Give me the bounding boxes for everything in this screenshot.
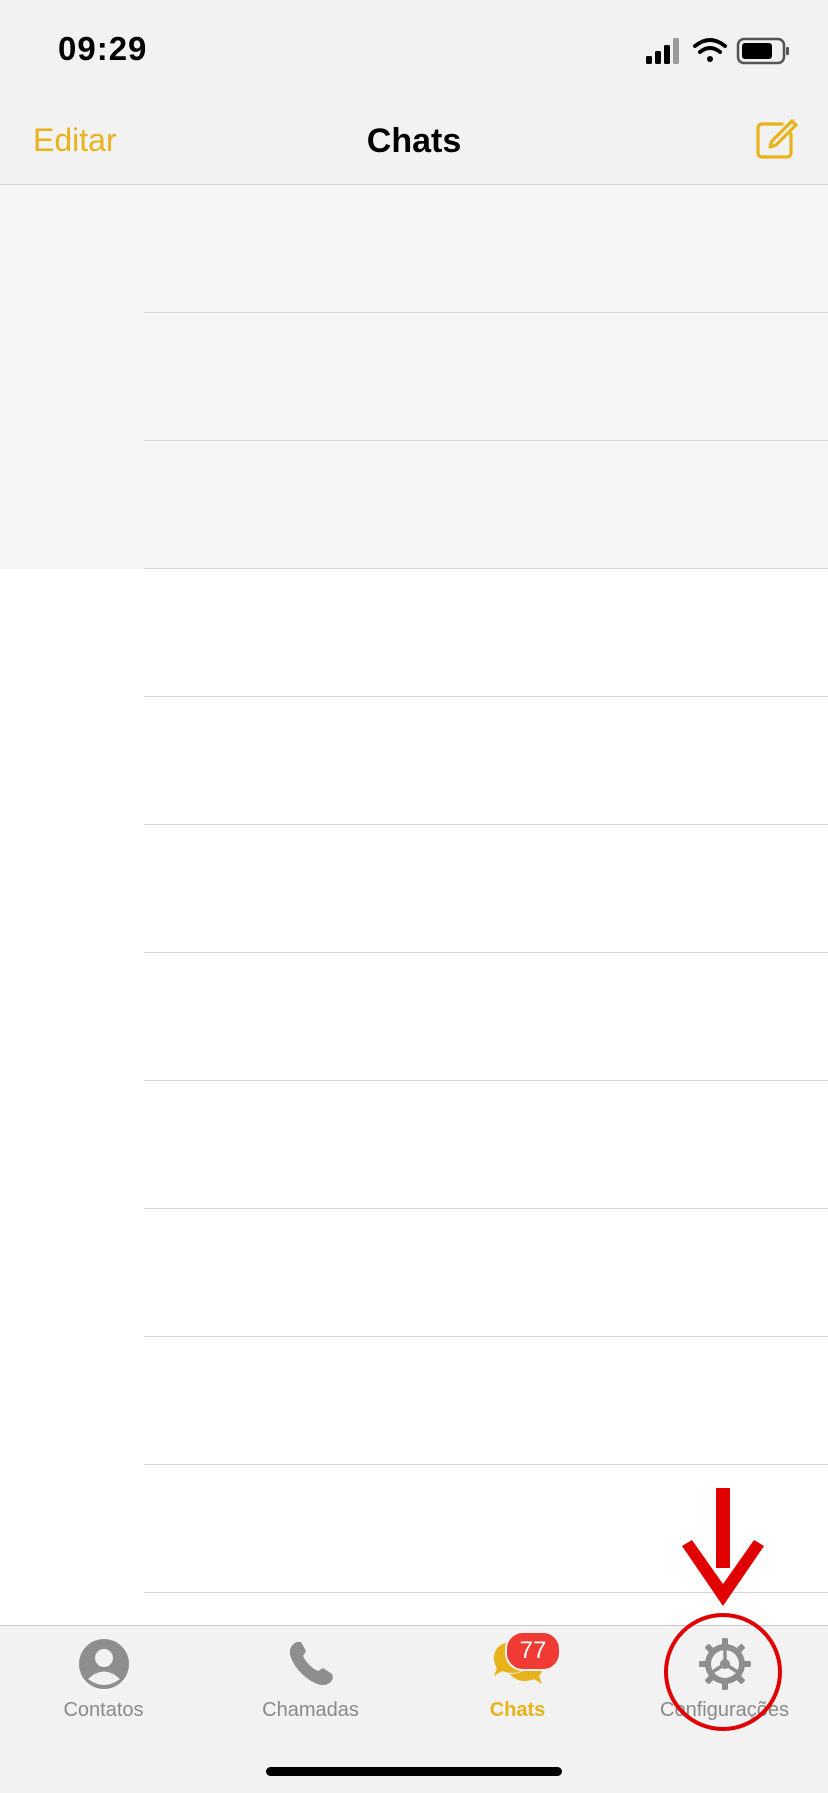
annotation-arrow bbox=[682, 1488, 764, 1606]
list-item[interactable] bbox=[0, 953, 828, 1081]
tab-chamadas[interactable]: Chamadas bbox=[207, 1626, 414, 1736]
list-item[interactable] bbox=[0, 313, 828, 441]
tab-label: Chamadas bbox=[262, 1699, 359, 1721]
status-time: 09:29 bbox=[58, 30, 148, 67]
page-title: Chats bbox=[366, 122, 462, 160]
status-icons bbox=[644, 34, 794, 68]
annotation-circle bbox=[664, 1613, 782, 1731]
battery-icon bbox=[736, 37, 789, 65]
tab-label: Contatos bbox=[63, 1699, 144, 1721]
contact-icon bbox=[78, 1639, 129, 1689]
list-item[interactable] bbox=[0, 185, 828, 313]
list-item[interactable] bbox=[0, 1337, 828, 1465]
unread-badge: 77 bbox=[505, 1631, 561, 1671]
tab-contatos[interactable]: Contatos bbox=[0, 1626, 207, 1736]
compose-icon[interactable] bbox=[752, 117, 798, 163]
phone-icon bbox=[289, 1642, 333, 1686]
status-bar: 09:29 bbox=[0, 0, 828, 100]
chat-list[interactable] bbox=[0, 185, 828, 1625]
list-item[interactable] bbox=[0, 697, 828, 825]
home-indicator bbox=[266, 1767, 562, 1776]
navigation-bar: Editar Chats bbox=[0, 100, 828, 185]
list-item[interactable] bbox=[0, 1081, 828, 1209]
tab-label: Chats bbox=[489, 1699, 546, 1721]
list-item[interactable] bbox=[0, 1209, 828, 1337]
list-item[interactable] bbox=[0, 569, 828, 697]
list-item[interactable] bbox=[0, 441, 828, 569]
list-item[interactable] bbox=[0, 825, 828, 953]
signal-icon bbox=[646, 38, 679, 64]
wifi-icon bbox=[693, 38, 727, 62]
